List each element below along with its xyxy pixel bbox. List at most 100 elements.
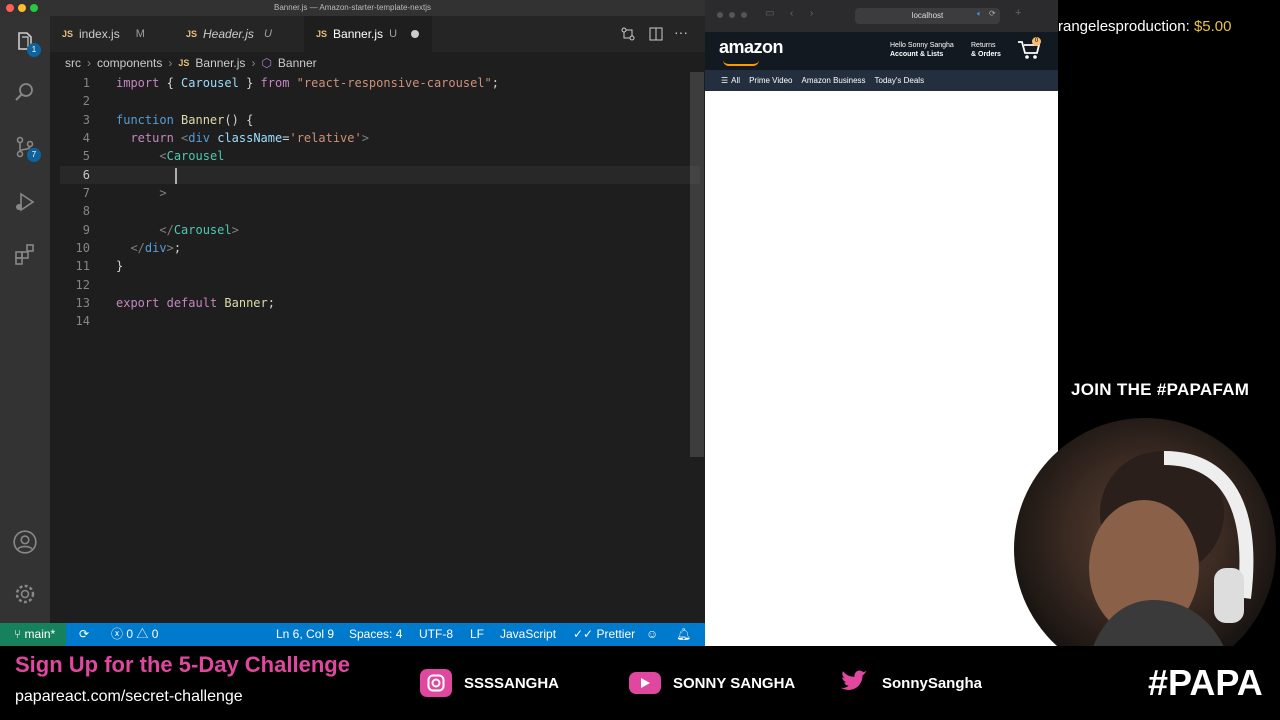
settings-gear-icon[interactable] <box>11 580 39 608</box>
prettier-status[interactable]: ✓✓ Prettier <box>573 623 635 646</box>
encoding[interactable]: UTF-8 <box>419 623 453 646</box>
code-line: 10 </div>; <box>75 241 182 255</box>
cart-count: 0 <box>1032 37 1041 46</box>
code-line-current: 6 <box>60 166 700 184</box>
nav-item-all[interactable]: All <box>731 76 740 85</box>
nav-item-todays-deals[interactable]: Today's Deals <box>875 76 925 85</box>
split-editor-icon[interactable] <box>648 26 664 42</box>
reload-icon[interactable]: ⟳ <box>989 9 996 18</box>
status-bar: ⑂ main* ⟳ ⓧ 0 △ 0 Ln 6, Col 9 Spaces: 4 … <box>0 623 705 646</box>
source-control-icon[interactable]: 7 <box>11 133 41 162</box>
explorer-badge: 1 <box>27 43 41 57</box>
tab-label: Banner.js <box>333 27 384 41</box>
breadcrumb: src › components › JS Banner.js › ⬡ Bann… <box>65 54 317 72</box>
nav-item-prime-video[interactable]: Prime Video <box>749 76 792 85</box>
account-icon[interactable] <box>11 528 39 556</box>
nav-item-amazon-business[interactable]: Amazon Business <box>802 76 866 85</box>
account-menu[interactable]: Hello Sonny Sangha Account & Lists <box>890 41 954 59</box>
tab-label: Header.js <box>203 27 254 41</box>
tab-status: M <box>135 28 145 40</box>
js-file-icon: JS <box>316 29 328 39</box>
vscode-window: Banner.js — Amazon-starter-template-next… <box>0 0 705 646</box>
more-actions-icon[interactable]: ··· <box>674 24 688 40</box>
branch-icon: ⑂ <box>14 627 22 641</box>
code-line: 12 <box>75 278 90 292</box>
signup-url: papareact.com/secret-challenge <box>15 688 243 705</box>
webcam-feed <box>1014 418 1276 680</box>
end-of-line[interactable]: LF <box>470 623 484 646</box>
title-bar: Banner.js — Amazon-starter-template-next… <box>0 0 705 16</box>
social-instagram: SSSSANGHA <box>420 668 559 698</box>
join-banner: JOIN THE #PAPAFAM <box>1071 380 1250 399</box>
feedback-icon[interactable]: ☺ <box>646 623 658 646</box>
twitter-handle: SonnySangha <box>882 674 983 692</box>
sync-icon[interactable]: ⟳ <box>79 623 89 646</box>
code-line: 1 import { Carousel } from "react-respons… <box>82 76 499 90</box>
search-icon[interactable] <box>11 78 39 106</box>
tab-status: U <box>263 28 272 40</box>
maximize-window-button[interactable] <box>741 12 747 18</box>
editor-scrollbar[interactable] <box>690 72 704 457</box>
explorer-icon[interactable]: 1 <box>11 28 41 57</box>
returns-label: Returns <box>971 42 996 49</box>
language-mode[interactable]: JavaScript <box>500 623 556 646</box>
window-title: Banner.js — Amazon-starter-template-next… <box>274 3 431 12</box>
menu-hamburger-icon[interactable]: ☰ <box>721 76 728 85</box>
breadcrumb-item[interactable]: components <box>97 56 162 70</box>
tab-label: index.js <box>79 27 120 41</box>
cart-icon[interactable]: 0 <box>1017 37 1041 61</box>
tip-amount: $5.00 <box>1193 18 1232 35</box>
amazon-logo[interactable]: amazon <box>719 37 784 58</box>
orders-label: & Orders <box>971 51 1001 58</box>
back-icon[interactable]: ‹ <box>790 8 793 19</box>
branch-indicator[interactable]: ⑂ main* <box>0 623 66 646</box>
code-line: 8 <box>82 204 90 218</box>
social-twitter: SonnySangha <box>838 668 982 698</box>
warning-icon: △ <box>136 627 149 641</box>
amazon-smile-icon <box>723 60 759 66</box>
code-line: 9 </Carousel> <box>82 223 239 237</box>
minimize-window-button[interactable] <box>729 12 735 18</box>
amazon-header: amazon Hello Sonny Sangha Account & List… <box>705 32 1058 70</box>
instagram-handle: SSSSANGHA <box>464 674 560 692</box>
notifications-bell-icon[interactable]: 🔔︎ <box>676 623 691 646</box>
sidebar-toggle-icon[interactable]: ▭ <box>765 8 774 19</box>
unsaved-dot-icon[interactable] <box>411 30 420 38</box>
browser-toolbar: ▭ ‹ › localhost 🔈︎ ⟳ + <box>705 0 1058 32</box>
check-icon: ✓✓ <box>573 627 594 641</box>
breadcrumb-item[interactable]: Banner.js <box>195 56 245 70</box>
problems-indicator[interactable]: ⓧ 0 △ 0 <box>111 623 158 646</box>
chevron-right-icon: › <box>168 56 173 70</box>
youtube-icon <box>629 672 661 694</box>
close-window-button[interactable] <box>717 12 723 18</box>
error-icon: ⓧ <box>111 627 124 641</box>
extensions-icon[interactable] <box>11 240 39 268</box>
social-youtube: SONNY SANGHA <box>629 668 795 698</box>
returns-orders[interactable]: Returns & Orders <box>971 41 1001 59</box>
js-file-icon: JS <box>62 29 74 39</box>
tab-status: U <box>389 28 398 40</box>
symbol-icon: ⬡ <box>261 56 272 70</box>
indentation[interactable]: Spaces: 4 <box>349 623 402 646</box>
code-line: 5 <Carousel <box>82 149 225 163</box>
code-line: 11} <box>75 259 124 273</box>
activity-bar: 1 7 <box>0 16 50 623</box>
tab-banner-js[interactable]: JS Banner.js U <box>304 16 432 52</box>
js-file-icon: JS <box>178 58 190 68</box>
browser-window: ▭ ‹ › localhost 🔈︎ ⟳ + amazon Hello Sonn… <box>705 0 1058 646</box>
compare-changes-icon[interactable] <box>620 26 636 42</box>
audio-icon[interactable]: 🔈︎ <box>977 9 982 19</box>
breadcrumb-item[interactable]: src <box>65 56 81 70</box>
code-line: 7 > <box>82 186 167 200</box>
twitter-bird-icon <box>838 669 870 697</box>
cursor-position[interactable]: Ln 6, Col 9 <box>276 623 334 646</box>
forward-icon[interactable]: › <box>810 8 813 19</box>
run-debug-icon[interactable] <box>11 188 39 216</box>
tab-index-js[interactable]: JS index.js M <box>50 16 172 52</box>
editor-tab-bar: JS index.js M JS Header.js U JS Banner.j… <box>50 16 705 52</box>
new-tab-icon[interactable]: + <box>1015 7 1021 19</box>
tip-alert: rangelesproduction: $5.00 <box>1058 18 1231 35</box>
tab-header-js[interactable]: JS Header.js U <box>174 16 302 52</box>
breadcrumb-item[interactable]: Banner <box>278 56 317 70</box>
papa-brand: #PAPA <box>1148 662 1263 703</box>
